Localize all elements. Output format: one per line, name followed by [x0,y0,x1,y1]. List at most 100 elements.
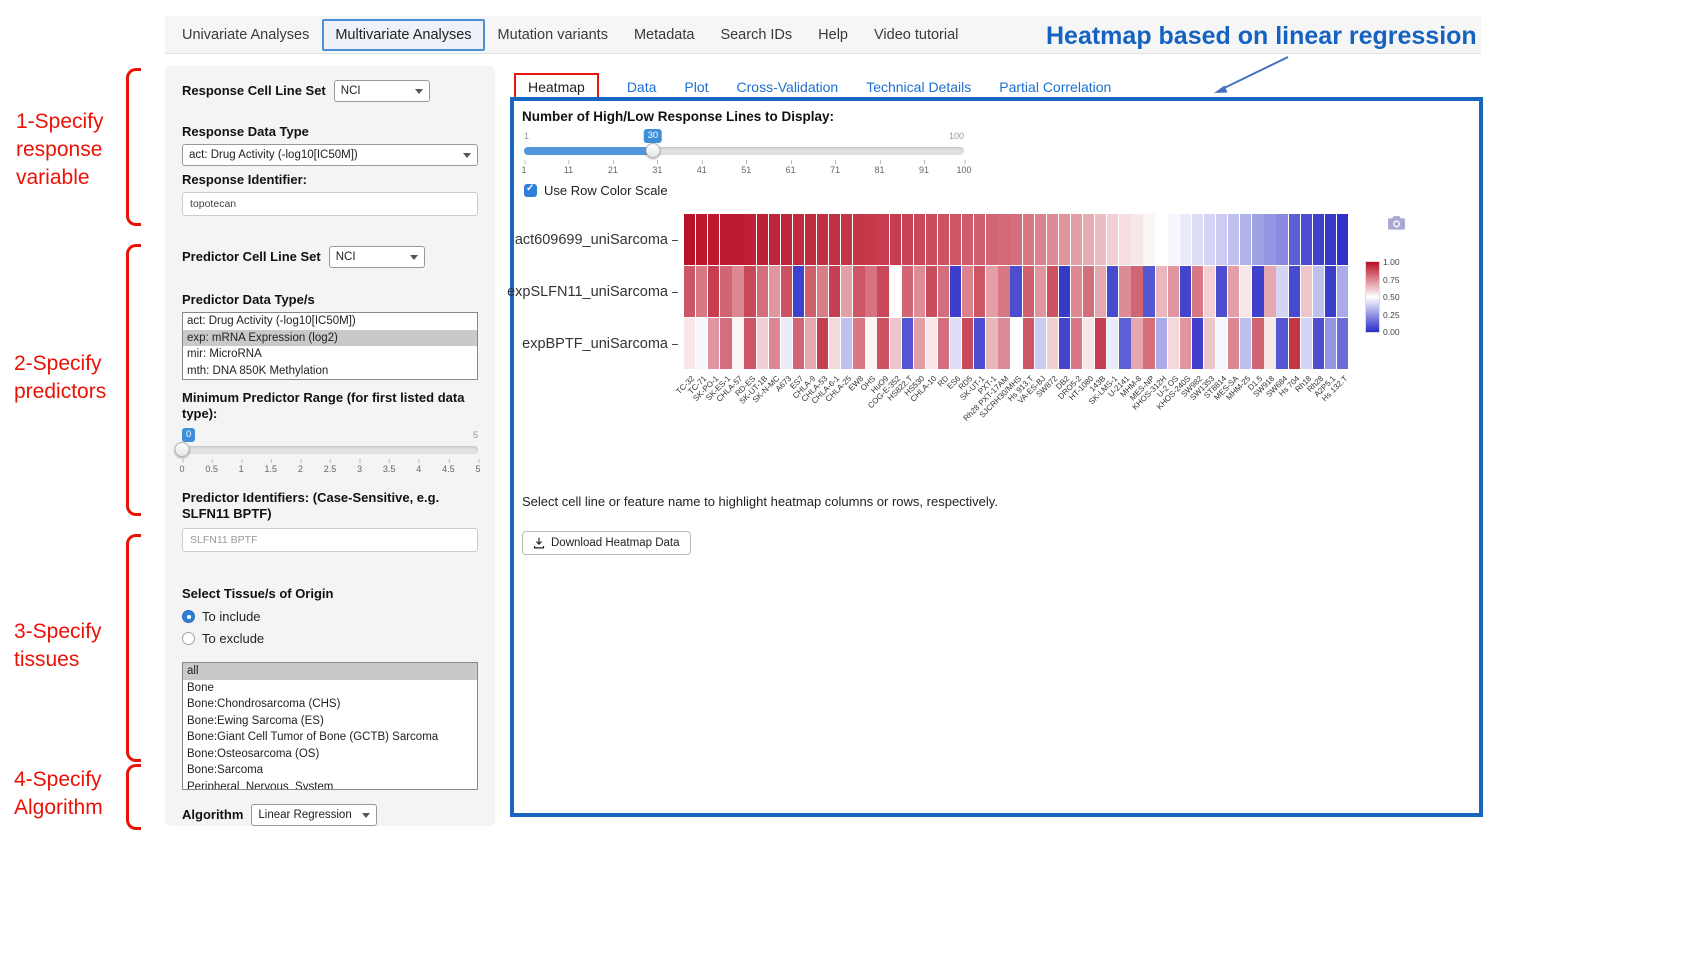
nav-tab-metadata[interactable]: Metadata [621,18,707,52]
slider-tick: 4.5 [442,464,455,474]
slider-track[interactable] [524,147,964,155]
min-predictor-range-slider[interactable]: 0 5 00.511.522.533.544.55 [182,428,478,478]
slider-handle[interactable] [645,143,660,158]
slider-track[interactable] [182,446,478,454]
heatmap-cell [1156,318,1167,369]
heatmap-cell [938,266,949,317]
response-identifier-input[interactable]: topotecan [182,192,478,216]
option-all[interactable]: all [183,663,477,680]
slider-tick: 11 [564,165,573,175]
option-exp-mrna-expression-log2[interactable]: exp: mRNA Expression (log2) [183,330,477,347]
heatmap-row-label[interactable]: act609699_uniSarcoma [502,214,678,266]
tab-partial-correlation[interactable]: Partial Correlation [999,79,1111,95]
colorbar-tick: 0.75 [1383,275,1400,285]
heatmap-cell [1252,214,1263,265]
option-bone-ewing-sarcoma-es[interactable]: Bone:Ewing Sarcoma (ES) [183,713,477,730]
tab-data[interactable]: Data [627,79,657,95]
lines-slider[interactable]: 1 100 30 1112131415161718191100 [524,129,964,171]
annotation-step3: 3-Specify tissues [14,618,139,674]
option-mir-microrna[interactable]: mir: MicroRNA [183,346,477,363]
slider-handle[interactable] [175,442,190,457]
algorithm-select[interactable]: Linear Regression [251,804,377,826]
heatmap-row-label[interactable]: expSLFN11_uniSarcoma [502,266,678,318]
tab-cross-validation[interactable]: Cross-Validation [737,79,839,95]
heatmap-cell [1010,266,1021,317]
option-bone-osteosarcoma-os[interactable]: Bone:Osteosarcoma (OS) [183,746,477,763]
option-peripheral-nervous-system[interactable]: Peripheral_Nervous_System [183,779,477,791]
nav-tab-video-tutorial[interactable]: Video tutorial [861,18,971,52]
heatmap-cell [781,266,792,317]
option-bone-giant-cell-tumor-of-bone-gctb-sarcoma[interactable]: Bone:Giant Cell Tumor of Bone (GCTB) Sar… [183,729,477,746]
nav-tab-mutation-variants[interactable]: Mutation variants [485,18,621,52]
heatmap-cell [1023,214,1034,265]
heatmap-cell [720,266,731,317]
heatmap-cell [1192,318,1203,369]
predictor-data-types-listbox[interactable]: act: Drug Activity (-log10[IC50M])exp: m… [182,312,478,380]
heatmap-cell [986,266,997,317]
radio-label: To exclude [202,631,264,646]
tab-plot[interactable]: Plot [684,79,708,95]
heatmap-cell [1083,266,1094,317]
slider-fill [524,147,653,155]
heatmap-cell [1119,318,1130,369]
response-cell-line-set-select[interactable]: NCI [334,80,430,102]
axis-tick [672,292,678,293]
heatmap-cell [1204,318,1215,369]
predictor-cell-line-set-select[interactable]: NCI [329,246,425,268]
camera-icon[interactable] [1388,215,1405,230]
heatmap-cell [757,214,768,265]
heatmap-cell [998,214,1009,265]
row-color-scale-checkbox[interactable] [524,184,537,197]
heatmap-cell [696,318,707,369]
predictor-data-types-label: Predictor Data Type/s [182,292,478,308]
heatmap-cell [950,318,961,369]
heatmap-cell [732,318,743,369]
heatmap-cell [1180,318,1191,369]
heatmap-cell [938,318,949,369]
slider-tick: 3 [357,464,362,474]
row-color-scale-label: Use Row Color Scale [544,183,668,198]
option-bone-sarcoma[interactable]: Bone:Sarcoma [183,762,477,779]
heatmap-cell [1095,318,1106,369]
annotation-arrow-icon [1200,52,1300,100]
radio-icon [182,610,195,623]
heatmap-cell [696,266,707,317]
heatmap-cell [1143,214,1154,265]
heatmap-row-label[interactable]: expBPTF_uniSarcoma [502,318,678,370]
heatmap[interactable]: act609699_uniSarcomaexpSLFN11_uniSarcoma… [684,214,1349,370]
heatmap-cell [1059,266,1070,317]
nav-tab-univariate-analyses[interactable]: Univariate Analyses [169,18,322,52]
heatmap-cell [696,214,707,265]
axis-tick [672,240,678,241]
tissue-radio-group: To include To exclude [182,609,478,646]
heatmap-cell [1289,214,1300,265]
option-bone-chondrosarcoma-chs[interactable]: Bone:Chondrosarcoma (CHS) [183,696,477,713]
heatmap-cell [1216,214,1227,265]
radio-to-exclude[interactable]: To exclude [182,631,478,646]
heatmap-cell [1156,266,1167,317]
predictor-identifiers-input[interactable]: SLFN11 BPTF [182,528,478,552]
nav-tab-search-ids[interactable]: Search IDs [707,18,805,52]
response-identifier-label: Response Identifier: [182,172,478,188]
response-data-type-select[interactable]: act: Drug Activity (-log10[IC50M]) [182,144,478,166]
tissue-listbox[interactable]: allBoneBone:Chondrosarcoma (CHS)Bone:Ewi… [182,662,478,790]
heatmap-cell [1083,214,1094,265]
tab-technical-details[interactable]: Technical Details [866,79,971,95]
nav-tab-multivariate-analyses[interactable]: Multivariate Analyses [322,19,484,51]
heatmap-cell [805,214,816,265]
heatmap-cell [974,214,985,265]
heatmap-hint: Select cell line or feature name to high… [522,494,998,509]
radio-to-include[interactable]: To include [182,609,478,624]
option-mth-dna-850k-methylation[interactable]: mth: DNA 850K Methylation [183,363,477,380]
nav-tab-help[interactable]: Help [805,18,861,52]
heatmap-cell [1131,318,1142,369]
heatmap-cell [974,318,985,369]
option-act-drug-activity-log10-ic50m[interactable]: act: Drug Activity (-log10[IC50M]) [183,313,477,330]
heatmap-cell [1216,266,1227,317]
slider-tick: 91 [919,165,929,175]
option-bone[interactable]: Bone [183,680,477,697]
chevron-down-icon [463,153,471,158]
heatmap-cell [1289,318,1300,369]
heatmap-cell [1035,318,1046,369]
download-heatmap-data-button[interactable]: Download Heatmap Data [522,531,691,555]
